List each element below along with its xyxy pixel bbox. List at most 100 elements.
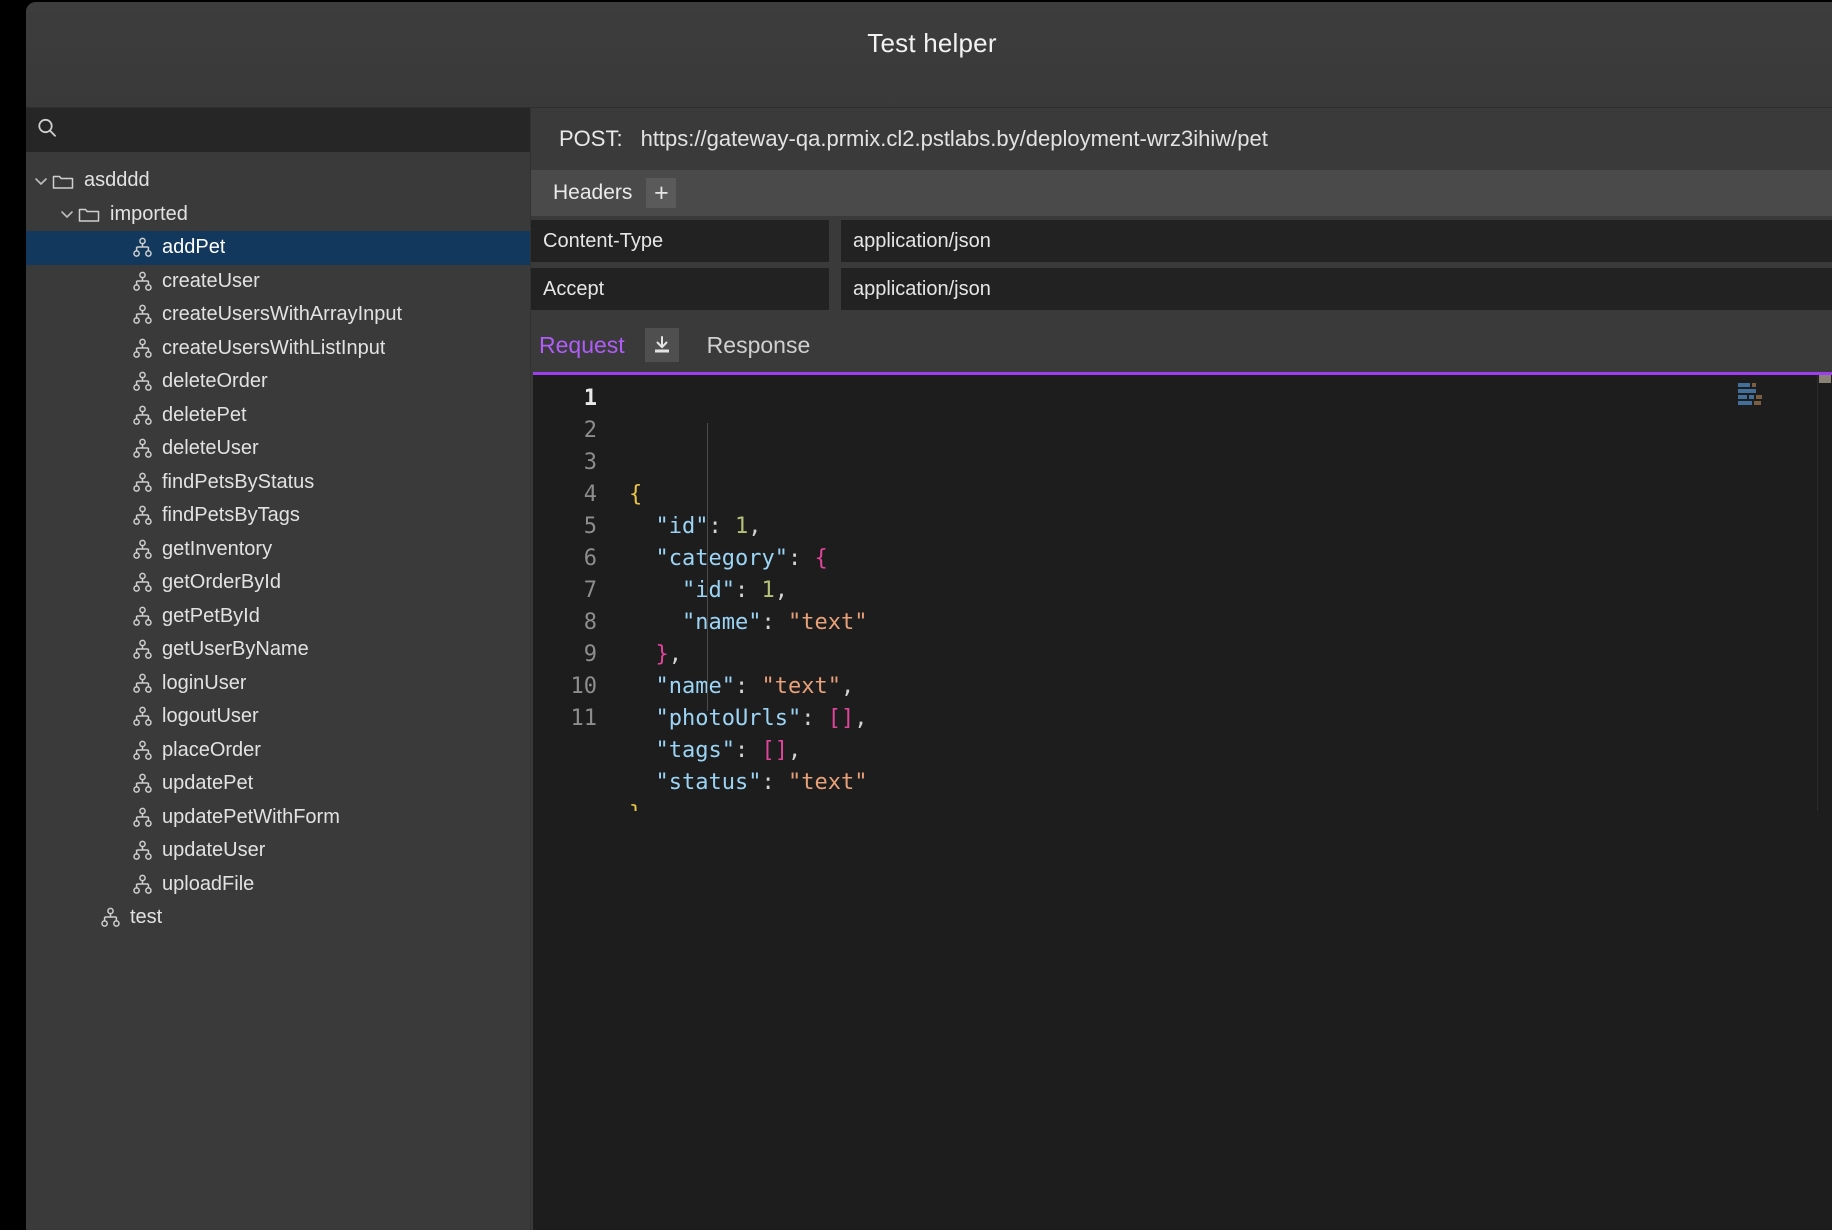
search-bar[interactable] — [26, 108, 530, 153]
tree-item-createuserswithlistinput[interactable]: createUsersWithListInput — [26, 332, 530, 366]
line-number: 11 — [570, 706, 598, 731]
header-key-field[interactable]: Accept — [531, 268, 829, 310]
code-token: : — [761, 610, 788, 635]
tree-item-label: updateUser — [162, 839, 266, 862]
code-token: "id" — [655, 514, 709, 539]
line-number: 10 — [570, 674, 598, 699]
tree-item-getorderbyid[interactable]: getOrderById — [26, 566, 530, 600]
folder-icon — [78, 205, 100, 223]
tree-item-label: createUsersWithListInput — [162, 336, 386, 359]
line-number: 8 — [583, 610, 597, 635]
sitemap-icon — [132, 773, 153, 794]
editor-scrollbar-thumb[interactable] — [1819, 375, 1831, 383]
code-token: : — [734, 738, 762, 763]
tree-item-createuserswitharrayinput[interactable]: createUsersWithArrayInput — [26, 298, 530, 332]
tree-item-getinventory[interactable]: getInventory — [26, 533, 530, 567]
add-header-button[interactable]: + — [646, 178, 677, 208]
code-token: "tags" — [655, 738, 735, 763]
code-token: , — [840, 674, 855, 699]
sitemap-icon — [132, 304, 153, 325]
line-number: 5 — [583, 514, 597, 539]
tree-item-createuser[interactable]: createUser — [26, 265, 530, 299]
sitemap-icon — [132, 237, 153, 258]
tab-request[interactable]: Request — [533, 318, 631, 372]
chevron-down-icon[interactable] — [56, 206, 78, 222]
code-token: "name" — [655, 674, 735, 699]
code-token: : — [761, 770, 788, 795]
tree-item-label: updatePet — [162, 772, 254, 795]
tree-item-deleteorder[interactable]: deleteOrder — [26, 365, 530, 399]
code-line: "name": "text", — [629, 671, 1832, 703]
tree-item-label: createUser — [162, 269, 260, 292]
tree-item-label: imported — [110, 202, 188, 225]
tree-item-label: test — [130, 906, 163, 929]
search-input[interactable] — [66, 108, 520, 153]
tree-item-findpetsbytags[interactable]: findPetsByTags — [26, 499, 530, 533]
header-value-field[interactable]: application/json — [841, 220, 1832, 262]
code-token: : — [734, 578, 762, 603]
request-response-tabs: Request Response — [531, 318, 1832, 372]
api-tree: asdddd imported addPet createUser createUser… — [26, 152, 530, 935]
tree-item-logoutuser[interactable]: logoutUser — [26, 700, 530, 734]
tree-item-label: addPet — [162, 236, 226, 259]
chevron-down-icon[interactable] — [30, 173, 52, 189]
tree-item-uploadfile[interactable]: uploadFile — [26, 868, 530, 902]
code-token: "text" — [761, 674, 841, 699]
sitemap-icon — [132, 740, 153, 761]
code-token: "text" — [787, 610, 868, 635]
tree-item-getuserbyname[interactable]: getUserByName — [26, 633, 530, 667]
tab-response[interactable]: Response — [701, 318, 817, 372]
tree-item-label: logoutUser — [162, 705, 259, 728]
tree-item-label: findPetsByStatus — [162, 470, 315, 493]
tree-item-updateuser[interactable]: updateUser — [26, 834, 530, 868]
tree-item-label: createUsersWithArrayInput — [162, 303, 403, 326]
code-token: "id" — [681, 578, 735, 603]
tree-item-deleteuser[interactable]: deleteUser — [26, 432, 530, 466]
sitemap-icon — [132, 874, 153, 895]
tree-item-test[interactable]: test — [26, 901, 530, 935]
app-window: Test helper asdddd imported addPet createUs… — [26, 2, 1832, 1230]
code-token: , — [668, 642, 682, 667]
download-icon[interactable] — [644, 328, 679, 362]
sitemap-icon — [132, 539, 153, 560]
sitemap-icon — [132, 572, 153, 593]
indent-guide — [707, 423, 708, 711]
tree-item-label: deleteOrder — [162, 370, 268, 393]
sitemap-icon — [100, 907, 121, 928]
tree-item-getpetbyid[interactable]: getPetById — [26, 600, 530, 634]
code-line: "id": 1, — [629, 511, 1832, 543]
tree-item-addpet[interactable]: addPet — [26, 231, 530, 265]
code-token: "category" — [655, 546, 788, 571]
header-key-field[interactable]: Content-Type — [531, 220, 829, 262]
tree-item-updatepetwithform[interactable]: updatePetWithForm — [26, 801, 530, 835]
tree-item-label: updatePetWithForm — [162, 805, 340, 828]
line-number: 1 — [583, 386, 597, 411]
tree-item-deletepet[interactable]: deletePet — [26, 399, 530, 433]
code-token: [] — [761, 738, 788, 763]
sitemap-icon — [132, 606, 153, 627]
tree-item-imported[interactable]: imported — [26, 198, 530, 232]
code-token: { — [814, 546, 828, 571]
request-url[interactable]: https://gateway-qa.prmix.cl2.pstlabs.by/… — [641, 126, 1268, 152]
line-number: 3 — [583, 450, 597, 475]
tree-item-findpetsbystatus[interactable]: findPetsByStatus — [26, 466, 530, 500]
header-row: Content-Type application/json — [531, 220, 1832, 262]
sitemap-icon — [132, 840, 153, 861]
tree-item-asdddd[interactable]: asdddd — [26, 164, 530, 198]
code-token: : — [801, 706, 828, 731]
code-content[interactable]: { "id": 1, "category": { "id": 1, "name"… — [611, 383, 1832, 831]
tree-item-label: placeOrder — [162, 738, 261, 761]
tree-item-updatepet[interactable]: updatePet — [26, 767, 530, 801]
tree-item-loginuser[interactable]: loginUser — [26, 667, 530, 701]
sitemap-icon — [132, 807, 153, 828]
tree-item-placeorder[interactable]: placeOrder — [26, 734, 530, 768]
tree-item-label: uploadFile — [162, 872, 255, 895]
main-area: asdddd imported addPet createUser createUser… — [26, 108, 1832, 1230]
code-token: : — [708, 514, 735, 539]
header-value-field[interactable]: application/json — [841, 268, 1832, 310]
